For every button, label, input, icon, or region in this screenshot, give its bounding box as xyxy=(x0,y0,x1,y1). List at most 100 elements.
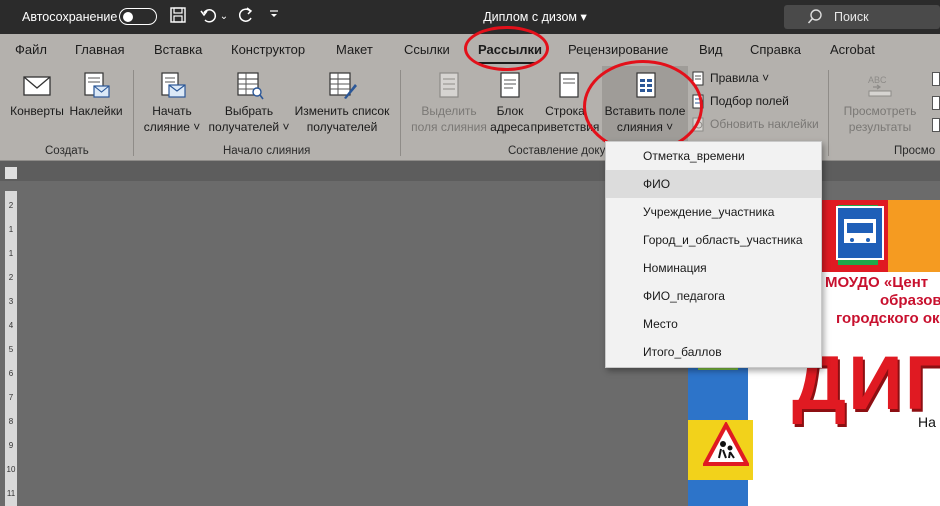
merge-field-item[interactable]: Учреждение_участника xyxy=(606,198,821,226)
ruler-tick-label: 1 xyxy=(8,225,14,234)
ruler-tick-label: 11 xyxy=(6,489,16,498)
labels-label: Наклейки xyxy=(69,104,123,118)
envelopes-button[interactable]: Конверты xyxy=(8,72,66,119)
ruler-tick-label: 1 xyxy=(8,249,14,258)
nav-icon[interactable] xyxy=(932,96,940,110)
ruler-tick-label: 10 xyxy=(6,465,16,474)
ruler-tick-label: 7 xyxy=(8,393,14,402)
group-compose-label: Составление доку xyxy=(508,145,606,157)
match-fields-icon xyxy=(692,94,704,109)
select-recipients-label-2: получателей xyxy=(208,120,280,134)
autosave-toggle[interactable] xyxy=(119,8,157,25)
edit-list-label-1: Изменить список xyxy=(294,104,390,118)
autosave-label: Автосохранение xyxy=(22,10,118,24)
envelope-icon xyxy=(23,76,51,96)
bus-stop-sign-icon xyxy=(836,206,884,260)
tab-review[interactable]: Рецензирование xyxy=(568,42,668,57)
start-merge-icon xyxy=(161,72,186,98)
start-merge-label-1: Начать xyxy=(152,104,192,118)
tab-design[interactable]: Конструктор xyxy=(231,42,305,57)
ruler-tick-label: 6 xyxy=(8,369,14,378)
ruler-tick-label: 2 xyxy=(8,201,14,210)
tab-help[interactable]: Справка xyxy=(750,42,801,57)
chevron-down-icon: ▾ xyxy=(580,10,587,24)
update-labels-icon xyxy=(692,117,704,132)
nomination-text: На xyxy=(918,414,936,430)
edit-list-label-2: получателей xyxy=(306,120,378,134)
highlight-merge-fields-button[interactable]: Выделить поля слияния xyxy=(406,72,492,135)
ruler-tick-label: 2 xyxy=(8,273,14,282)
search-label: Поиск xyxy=(834,10,869,24)
insert-merge-field-button[interactable]: Вставить поле слияния ˅ xyxy=(602,66,688,142)
ruler-tick-label: 9 xyxy=(8,441,14,450)
merge-field-item[interactable]: Место xyxy=(606,310,821,338)
highlight-fields-label-1: Выделить xyxy=(421,104,477,118)
match-fields-button[interactable]: Подбор полей xyxy=(692,94,789,112)
address-block-icon xyxy=(500,72,520,98)
start-merge-button[interactable]: Начать слияние ˅ xyxy=(140,72,204,135)
labels-button[interactable]: Наклейки xyxy=(67,72,125,119)
merge-field-item[interactable]: Город_и_область_участника xyxy=(606,226,821,254)
highlight-fields-label-2: поля слияния xyxy=(411,120,487,134)
nav-icon[interactable] xyxy=(932,72,940,86)
search-icon xyxy=(807,9,822,24)
tab-layout[interactable]: Макет xyxy=(336,42,373,57)
ruler-tick-label: 3 xyxy=(8,297,14,306)
greeting-line-label-1: Строка xyxy=(545,104,585,118)
org-line-3: городского ок xyxy=(836,310,940,327)
tab-selector[interactable] xyxy=(5,167,17,179)
match-fields-label: Подбор полей xyxy=(710,94,789,108)
save-icon[interactable] xyxy=(168,6,188,28)
tab-references[interactable]: Ссылки xyxy=(404,42,450,57)
start-merge-label-2: слияние xyxy=(143,120,190,134)
tab-acrobat[interactable]: Acrobat xyxy=(830,42,875,57)
preview-label-2: результаты xyxy=(848,120,912,134)
org-line-2: образов xyxy=(880,292,940,309)
tab-insert[interactable]: Вставка xyxy=(154,42,202,57)
insert-field-label-1: Вставить поле xyxy=(604,104,686,118)
svg-text:ABC: ABC xyxy=(868,75,887,85)
document-title[interactable]: Диплом с дизом ▾ xyxy=(440,9,630,24)
group-start-merge-label: Начало слияния xyxy=(223,145,311,157)
select-recipients-icon xyxy=(237,72,264,100)
children-crossing-sign-icon xyxy=(703,422,749,466)
select-recipients-button[interactable]: Выбрать получателей ˅ xyxy=(205,72,293,135)
group-preview-label: Просмо xyxy=(894,145,936,157)
nav-icon[interactable] xyxy=(932,118,940,132)
undo-icon[interactable] xyxy=(198,6,218,28)
address-block-button[interactable]: Блок адреса xyxy=(488,72,532,135)
preview-results-button[interactable]: ABC Просмотреть результаты xyxy=(836,72,924,135)
document-title-text: Диплом с дизом xyxy=(483,10,578,24)
greeting-line-button[interactable]: Строка приветствия xyxy=(530,72,600,135)
tab-view[interactable]: Вид xyxy=(699,42,723,57)
group-create-label: Создать xyxy=(45,145,89,157)
rules-button[interactable]: Правила ˅ xyxy=(692,71,769,89)
title-bar: Автосохранение ⌄ Диплом с дизом ▾ Поиск xyxy=(0,0,940,34)
customize-qat-icon[interactable] xyxy=(266,6,282,28)
undo-dropdown-icon[interactable]: ⌄ xyxy=(218,6,230,28)
preview-label-1: Просмотреть xyxy=(843,104,917,118)
tab-file[interactable]: Файл xyxy=(15,42,47,57)
update-labels-label: Обновить наклейки xyxy=(710,117,819,131)
ruler-tick-label: 5 xyxy=(8,345,14,354)
group-separator xyxy=(828,70,829,156)
address-block-label-1: Блок xyxy=(496,104,524,118)
search-box[interactable]: Поиск xyxy=(784,5,940,29)
chevron-down-icon: ˅ xyxy=(662,120,674,134)
greeting-line-label-2: приветствия xyxy=(530,120,600,134)
tab-home[interactable]: Главная xyxy=(75,42,124,57)
merge-field-dropdown: Отметка_времени ФИО Учреждение_участника… xyxy=(605,141,822,368)
insert-field-label-2: слияния xyxy=(616,120,663,134)
org-line-1: МОУДО «Цент xyxy=(825,274,929,291)
redo-icon[interactable] xyxy=(236,6,256,28)
merge-field-item-selected[interactable]: ФИО xyxy=(606,170,821,198)
edit-recipient-list-button[interactable]: Изменить список получателей xyxy=(292,72,392,135)
merge-field-item[interactable]: Отметка_времени xyxy=(606,142,821,170)
update-labels-button[interactable]: Обновить наклейки xyxy=(692,117,819,135)
chevron-down-icon: ˅ xyxy=(758,71,770,85)
merge-field-item[interactable]: Итого_баллов xyxy=(606,338,821,366)
labels-icon xyxy=(84,72,110,98)
merge-field-item[interactable]: Номинация xyxy=(606,254,821,282)
merge-field-item[interactable]: ФИО_педагога xyxy=(606,282,821,310)
tab-mailings[interactable]: Рассылки xyxy=(478,42,542,57)
